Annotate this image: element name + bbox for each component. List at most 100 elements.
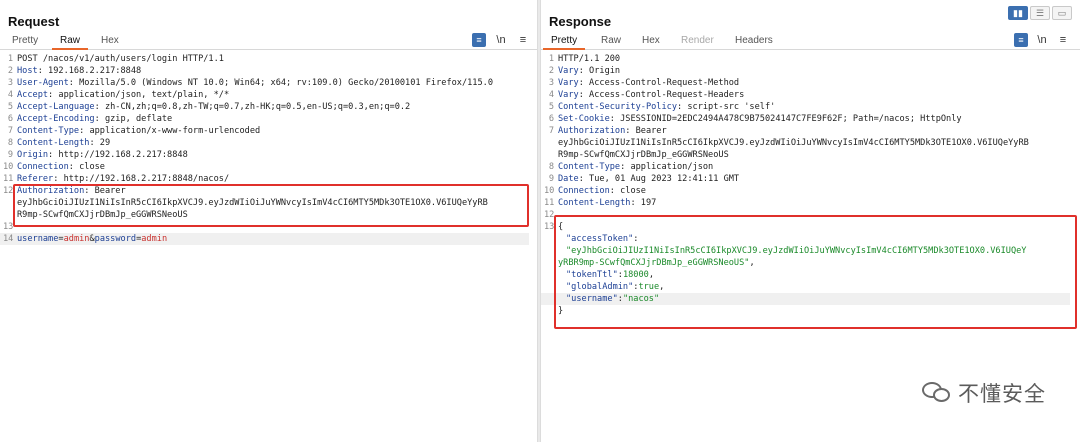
line-number: 9 [548,174,554,184]
header-name: Authorization [558,126,626,136]
line-number: 12 [3,186,14,196]
watermark: 不懂安全 [922,378,1046,408]
response-tab-pretty[interactable]: Pretty [542,35,586,50]
line-number: 5 [7,102,13,112]
header-value: : JSESSIONID=2EDC2494A478C9B75024147C7FE… [609,114,962,124]
line-number: 6 [548,114,554,124]
response-line: 11 Content-Length: 197 [541,197,1080,209]
header-name: Connection [17,162,69,172]
line-text: Vary: Access-Control-Request-Headers [558,89,744,101]
header-value: : http://192.168.2.217:8848 [48,150,188,160]
request-line: 3 User-Agent: Mozilla/5.0 (Windows NT 10.… [0,77,537,89]
header-name: Referer [17,174,54,184]
response-tab-render[interactable]: Render [681,35,714,46]
header-value: HTTP/1.1 200 [558,54,621,64]
body-param-name: username [17,234,59,244]
line-text: Content-Length: 29 [17,137,110,149]
line-text: Vary: Access-Control-Request-Method [558,77,739,89]
line-number: 2 [7,66,13,76]
request-line: 7 Content-Type: application/x-www-form-ur… [0,125,537,137]
line-text: eyJhbGciOiJIUzI1NiIsInR5cCI6IkpXVCJ9.eyJ… [558,137,1029,149]
request-line: 1 POST /nacos/v1/auth/users/login HTTP/1.… [0,53,537,65]
header-name: Accept [17,90,49,100]
header-value: : 29 [89,138,111,148]
line-number: 1 [548,54,554,64]
line-number: 10 [544,186,555,196]
watermark-text: 不懂安全 [958,383,1046,406]
header-value: : 192.168.2.217:8848 [37,66,142,76]
line-text: User-Agent: Mozilla/5.0 (Windows NT 10.0… [17,77,493,89]
header-name: User-Agent [17,78,69,88]
line-number: 11 [3,174,14,184]
line-number: 7 [7,126,13,136]
request-line: 14 username=admin&password=admin [0,233,529,245]
line-number: 4 [548,90,554,100]
line-number: 12 [544,210,555,220]
request-tab-raw[interactable]: Raw [51,35,89,50]
single-view-icon[interactable]: ▭ [1052,6,1072,20]
response-line: 8 Content-Type: application/json [541,161,1080,173]
request-authorization-highlight [13,184,529,227]
header-value: : application/x-www-form-urlencoded [79,126,261,136]
line-number: 14 [3,234,14,244]
header-value: : Tue, 01 Aug 2023 12:41:11 GMT [578,174,740,184]
response-line: 1 HTTP/1.1 200 [541,53,1080,65]
response-line: eyJhbGciOiJIUzI1NiIsInR5cCI6IkpXVCJ9.eyJ… [541,137,1080,149]
newline-toggle[interactable]: \n [1035,33,1049,47]
response-tab-hex[interactable]: Hex [642,35,660,46]
request-line: 8 Content-Length: 29 [0,137,537,149]
request-line: 9 Origin: http://192.168.2.217:8848 [0,149,537,161]
response-line: 5 Content-Security-Policy: script-src 'se… [541,101,1080,113]
header-value: : Access-Control-Request-Method [578,78,740,88]
newline-toggle[interactable]: \n [494,33,508,47]
response-line: 2 Vary: Origin [541,65,1080,77]
stacked-view-icon[interactable]: ☰ [1030,6,1050,20]
line-number: 11 [544,198,555,208]
menu-icon[interactable]: ≡ [1056,33,1070,47]
request-pane: Request Pretty Raw Hex ≡ \n ≡ 1 POST /nac… [0,0,537,442]
header-name: Accept-Language [17,102,95,112]
wrap-icon[interactable]: ≡ [1014,33,1028,47]
header-name: Vary [558,66,579,76]
wechat-icon [922,382,952,404]
header-value: : 197 [630,198,657,208]
header-name: Date [558,174,579,184]
header-value: : Access-Control-Request-Headers [578,90,745,100]
response-tab-headers[interactable]: Headers [735,35,773,46]
response-line: 3 Vary: Access-Control-Request-Method [541,77,1080,89]
line-text: HTTP/1.1 200 [558,53,620,65]
header-name: Vary [558,78,579,88]
line-number: 8 [7,138,13,148]
header-value: : zh-CN,zh;q=0.8,zh-TW;q=0.7,zh-HK;q=0.5… [94,102,411,112]
line-text: Content-Type: application/json [558,161,713,173]
header-value: : Mozilla/5.0 (Windows NT 10.0; Win64; x… [68,78,494,88]
line-number: 4 [7,90,13,100]
header-value: POST /nacos/v1/auth/users/login HTTP/1.1 [17,54,224,64]
line-number: 1 [7,54,13,64]
header-name: Host [17,66,38,76]
line-text: R9mp-SCwfQmCXJjrDBmJp_eGGWRSNeoUS [558,149,729,161]
request-line: 5 Accept-Language: zh-CN,zh;q=0.8,zh-TW;q… [0,101,537,113]
line-number: 3 [548,78,554,88]
header-value: : application/json, text/plain, */* [48,90,230,100]
header-name: Origin [17,150,49,160]
request-tab-pretty[interactable]: Pretty [12,35,38,46]
response-line: 7 Authorization: Bearer [541,125,1080,137]
header-name: Content-Length [558,198,631,208]
split-view-icon[interactable]: ▮▮ [1008,6,1028,20]
response-line: 10 Connection: close [541,185,1080,197]
line-number: 13 [3,222,14,232]
request-tab-hex[interactable]: Hex [101,35,119,46]
body-param-name: password [94,234,137,244]
line-text: Vary: Origin [558,65,620,77]
response-tab-raw[interactable]: Raw [601,35,621,46]
header-value: : close [609,186,646,196]
header-name: Content-Security-Policy [558,102,677,112]
line-text: Connection: close [558,185,646,197]
header-value: : script-src 'self' [677,102,776,112]
menu-icon[interactable]: ≡ [516,33,530,47]
response-line: R9mp-SCwfQmCXJjrDBmJp_eGGWRSNeoUS [541,149,1080,161]
header-value: R9mp-SCwfQmCXJjrDBmJp_eGGWRSNeoUS [558,150,729,160]
wrap-icon[interactable]: ≡ [472,33,486,47]
line-number: 10 [3,162,14,172]
